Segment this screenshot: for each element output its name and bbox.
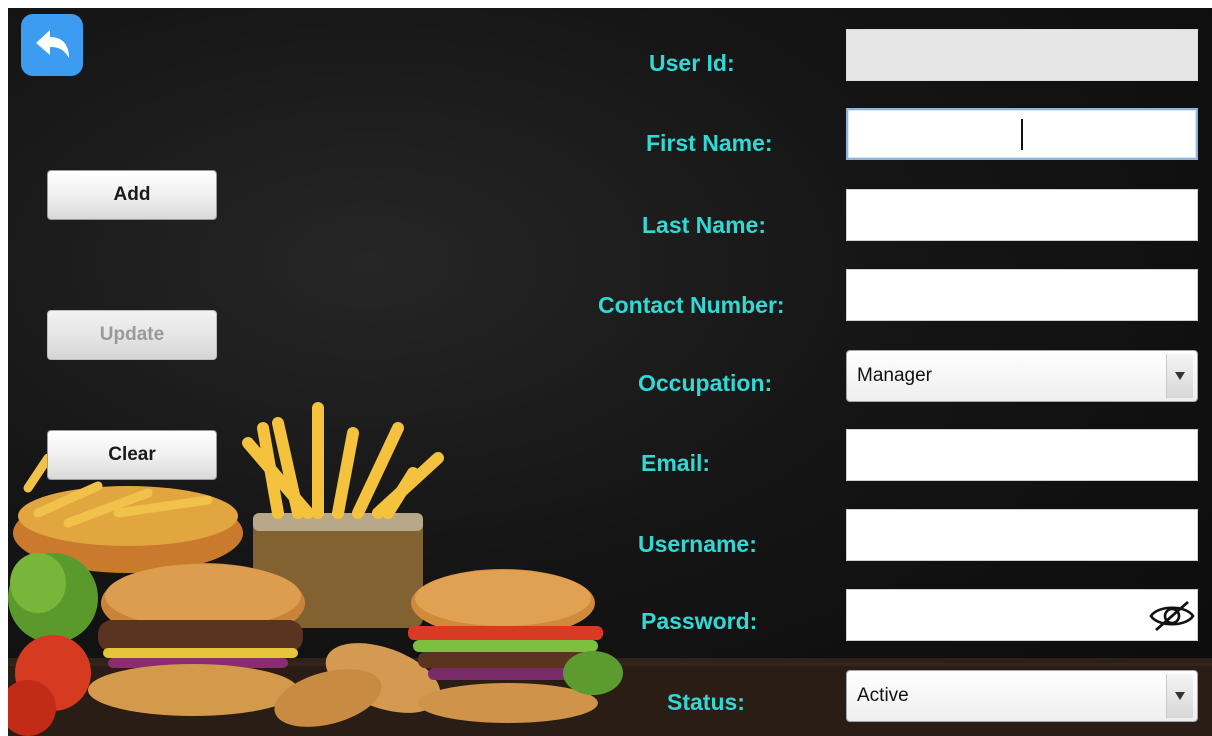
password-label: Password: bbox=[641, 608, 758, 634]
password-field[interactable] bbox=[846, 589, 1198, 641]
occupation-select[interactable]: Manager bbox=[846, 350, 1198, 402]
occupation-dropdown-arrow[interactable] bbox=[1166, 354, 1193, 398]
last-name-field[interactable] bbox=[846, 189, 1198, 241]
user-form-window: Add Update Clear User Id: First Name: La… bbox=[0, 0, 1212, 736]
first-name-label: First Name: bbox=[646, 130, 773, 156]
update-button[interactable]: Update bbox=[47, 310, 217, 360]
email-field[interactable] bbox=[846, 429, 1198, 481]
status-select[interactable]: Active bbox=[846, 670, 1198, 722]
user-id-label: User Id: bbox=[649, 50, 735, 76]
eye-slash-icon[interactable] bbox=[1148, 598, 1196, 634]
last-name-label: Last Name: bbox=[642, 212, 766, 238]
clear-button[interactable]: Clear bbox=[47, 430, 217, 480]
contact-number-field[interactable] bbox=[846, 269, 1198, 321]
back-button[interactable] bbox=[21, 14, 83, 76]
email-label: Email: bbox=[641, 450, 711, 476]
status-label: Status: bbox=[667, 689, 745, 715]
occupation-selected-value: Manager bbox=[857, 365, 932, 386]
status-dropdown-arrow[interactable] bbox=[1166, 674, 1193, 718]
occupation-label: Occupation: bbox=[638, 370, 773, 396]
status-selected-value: Active bbox=[857, 685, 909, 706]
user-id-field[interactable] bbox=[846, 29, 1198, 81]
username-label: Username: bbox=[638, 531, 757, 557]
triangle-down-icon bbox=[1175, 692, 1185, 700]
add-button[interactable]: Add bbox=[47, 170, 217, 220]
text-caret bbox=[1021, 119, 1023, 150]
back-arrow-icon bbox=[36, 30, 69, 58]
triangle-down-icon bbox=[1175, 372, 1185, 380]
username-field[interactable] bbox=[846, 509, 1198, 561]
contact-number-label: Contact Number: bbox=[598, 292, 785, 318]
